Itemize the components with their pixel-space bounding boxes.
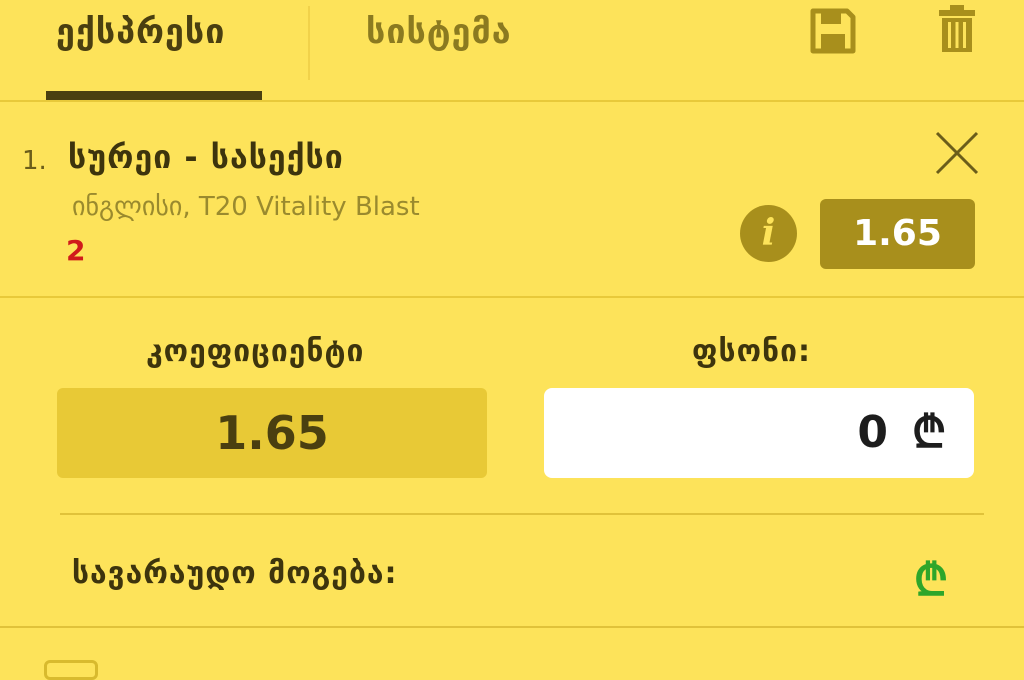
checkbox[interactable]	[44, 660, 98, 680]
coefficient-label: კოეფიციენტი	[146, 334, 365, 369]
lari-currency-icon: ₾	[912, 407, 946, 458]
bet-number: 1.	[22, 146, 47, 176]
active-tab-indicator	[46, 91, 262, 100]
potential-win-label: სავარაუდო მოგება:	[72, 556, 398, 591]
odds-badge[interactable]: 1.65	[820, 199, 975, 269]
bet-title: სურეი - სასექსი	[68, 138, 344, 176]
stake-input[interactable]: 0 ₾	[544, 388, 974, 478]
stake-value: 0	[857, 407, 888, 458]
bet-count: 2	[66, 234, 86, 267]
tab-system[interactable]: სისტემა	[366, 12, 512, 52]
coefficient-value: 1.65	[57, 388, 487, 478]
bet-slip-header: ექსპრესი სისტემა	[0, 0, 1024, 102]
tab-express[interactable]: ექსპრესი	[56, 12, 225, 52]
divider	[0, 626, 1024, 628]
tab-divider	[308, 6, 310, 80]
close-icon[interactable]	[934, 130, 980, 176]
bet-league: ინგლისი, T20 Vitality Blast	[72, 192, 420, 222]
potential-win-currency-icon: ₾	[914, 555, 948, 606]
trash-icon[interactable]	[938, 4, 976, 54]
divider	[60, 513, 984, 515]
save-icon[interactable]	[810, 8, 856, 54]
bet-item: 1. სურეი - სასექსი ინგლისი, T20 Vitality…	[0, 102, 1024, 298]
info-icon[interactable]: i	[740, 205, 797, 262]
stake-label: ფსონი:	[692, 334, 811, 369]
